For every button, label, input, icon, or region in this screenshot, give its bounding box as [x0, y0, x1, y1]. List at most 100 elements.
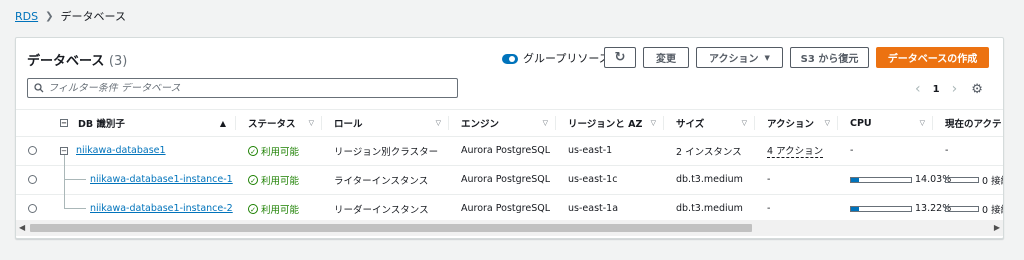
- refresh-icon: ↻: [614, 50, 626, 65]
- column-status-label: ステータス: [248, 119, 296, 130]
- db-identifier-link[interactable]: niikawa-database1-instance-2: [90, 194, 233, 223]
- cpu-cell: -: [850, 145, 854, 156]
- cpu-usage-fill: [851, 177, 860, 182]
- sort-icon: ▽: [308, 119, 314, 127]
- search-box: [27, 78, 458, 98]
- engine-cell: Aurora PostgreSQL: [461, 174, 551, 185]
- search-icon: [34, 83, 44, 93]
- row-select-radio[interactable]: [28, 175, 37, 184]
- connections-value: 0 接続: [982, 204, 1003, 216]
- actions-dropdown-button[interactable]: アクション ▼: [696, 47, 783, 68]
- status-text: 利用可能: [261, 146, 300, 158]
- check-circle-icon: ✓: [248, 203, 258, 214]
- create-database-button[interactable]: データベースの作成: [876, 47, 989, 68]
- search-input[interactable]: [48, 82, 448, 94]
- tree-line: [64, 155, 65, 165]
- scroll-left-icon[interactable]: ◀: [19, 223, 25, 232]
- breadcrumb-rds-link[interactable]: RDS: [15, 10, 38, 23]
- size-cell: db.t3.medium: [676, 174, 743, 185]
- page-number[interactable]: 1: [933, 84, 940, 95]
- connections-value: 0 接続: [982, 175, 1003, 187]
- column-current-activity[interactable]: 現在のアクテ: [933, 110, 1003, 136]
- actions-popover-link[interactable]: 4 アクション: [767, 143, 824, 158]
- column-region-label: リージョンと AZ: [568, 119, 643, 130]
- connections-bar: [945, 205, 979, 212]
- table-header: − DB 識別子 ▲ ステータス ▽ ロール ▽ エンジン ▽ リージョンと A…: [16, 109, 1003, 137]
- group-resources-toggle[interactable]: [502, 54, 518, 64]
- column-engine[interactable]: エンジン ▽: [449, 110, 556, 136]
- column-actions[interactable]: アクション ▽: [755, 110, 838, 136]
- row-select-radio[interactable]: [28, 146, 37, 155]
- group-resources-label: グループリソース: [523, 52, 610, 65]
- caret-down-icon: ▼: [764, 53, 770, 62]
- column-size-label: サイズ: [676, 119, 705, 130]
- chevron-right-icon: ❯: [45, 10, 54, 22]
- sort-icon: ▽: [741, 119, 747, 127]
- table-row[interactable]: − niikawa-database1 ✓ 利用可能 リージョン別クラスター Au…: [16, 136, 1003, 166]
- settings-gear-icon[interactable]: ⚙: [971, 82, 983, 97]
- cpu-usage-bar: [850, 176, 912, 183]
- expand-all-icon[interactable]: −: [60, 119, 68, 127]
- sort-icon: ▽: [650, 119, 656, 127]
- cpu-cell: 14.03%: [850, 165, 951, 194]
- status-badge: ✓ 利用可能: [248, 165, 299, 194]
- current-activity-cell: 0 接続: [945, 194, 1003, 223]
- actions-cell: -: [767, 174, 771, 185]
- column-current-label: 現在のアクテ: [945, 119, 1002, 130]
- column-status[interactable]: ステータス ▽: [236, 110, 322, 136]
- column-cpu-label: CPU: [850, 117, 872, 129]
- panel-count: (3): [108, 54, 128, 69]
- column-role-label: ロール: [334, 119, 363, 130]
- current-activity-cell: -: [945, 145, 949, 156]
- connections-bar: [945, 176, 979, 183]
- column-engine-label: エンジン: [461, 119, 500, 130]
- sort-icon: ▽: [919, 119, 925, 127]
- page-title: データベース (3): [27, 50, 127, 69]
- column-db-identifier-label: DB 識別子: [78, 119, 125, 130]
- column-cpu[interactable]: CPU ▽: [838, 110, 933, 136]
- engine-cell: Aurora PostgreSQL: [461, 145, 551, 156]
- row-select-radio[interactable]: [28, 204, 37, 213]
- modify-button[interactable]: 変更: [643, 47, 689, 68]
- engine-cell: Aurora PostgreSQL: [461, 203, 551, 214]
- status-text: 利用可能: [261, 175, 300, 187]
- next-page-icon[interactable]: ›: [952, 81, 958, 97]
- pagination: ‹ 1 › ⚙: [909, 81, 989, 97]
- cpu-usage-fill: [851, 206, 859, 211]
- check-circle-icon: ✓: [248, 174, 258, 185]
- role-cell: リージョン別クラスター: [334, 146, 439, 158]
- scroll-right-icon[interactable]: ▶: [994, 223, 1000, 232]
- tree-line: [64, 179, 86, 180]
- region-cell: us-east-1a: [568, 203, 619, 214]
- status-badge: ✓ 利用可能: [248, 136, 299, 165]
- restore-from-s3-button[interactable]: S3 から復元: [790, 47, 869, 68]
- column-role[interactable]: ロール ▽: [322, 110, 449, 136]
- prev-page-icon[interactable]: ‹: [915, 81, 921, 97]
- column-region-az[interactable]: リージョンと AZ ▽: [556, 110, 664, 136]
- panel-title-text: データベース: [27, 54, 105, 69]
- sort-icon: ▽: [435, 119, 441, 127]
- actions-label: アクション: [709, 54, 759, 65]
- column-size[interactable]: サイズ ▽: [664, 110, 755, 136]
- size-cell: db.t3.medium: [676, 203, 743, 214]
- breadcrumb-current: データベース: [60, 10, 126, 23]
- sort-ascending-icon: ▲: [219, 118, 226, 128]
- size-cell: 2 インスタンス: [676, 146, 742, 158]
- actions-cell: -: [767, 203, 771, 214]
- column-db-identifier[interactable]: − DB 識別子 ▲: [60, 110, 236, 136]
- sort-icon: ▽: [542, 119, 548, 127]
- status-text: 利用可能: [261, 204, 300, 216]
- region-cell: us-east-1: [568, 145, 613, 156]
- db-identifier-link[interactable]: niikawa-database1-instance-1: [90, 165, 233, 194]
- sort-icon: ▽: [824, 119, 830, 127]
- status-badge: ✓ 利用可能: [248, 194, 299, 223]
- db-identifier-link[interactable]: niikawa-database1: [76, 136, 166, 165]
- cpu-cell: 13.22%: [850, 194, 951, 223]
- column-actions-label: アクション: [767, 119, 815, 130]
- scrollbar-thumb[interactable]: [30, 224, 752, 232]
- tree-line: [64, 194, 65, 209]
- refresh-button[interactable]: ↻: [604, 47, 636, 68]
- role-cell: リーダーインスタンス: [334, 204, 429, 216]
- table-row[interactable]: niikawa-database1-instance-1 ✓ 利用可能 ライターイ…: [16, 165, 1003, 195]
- region-cell: us-east-1c: [568, 174, 618, 185]
